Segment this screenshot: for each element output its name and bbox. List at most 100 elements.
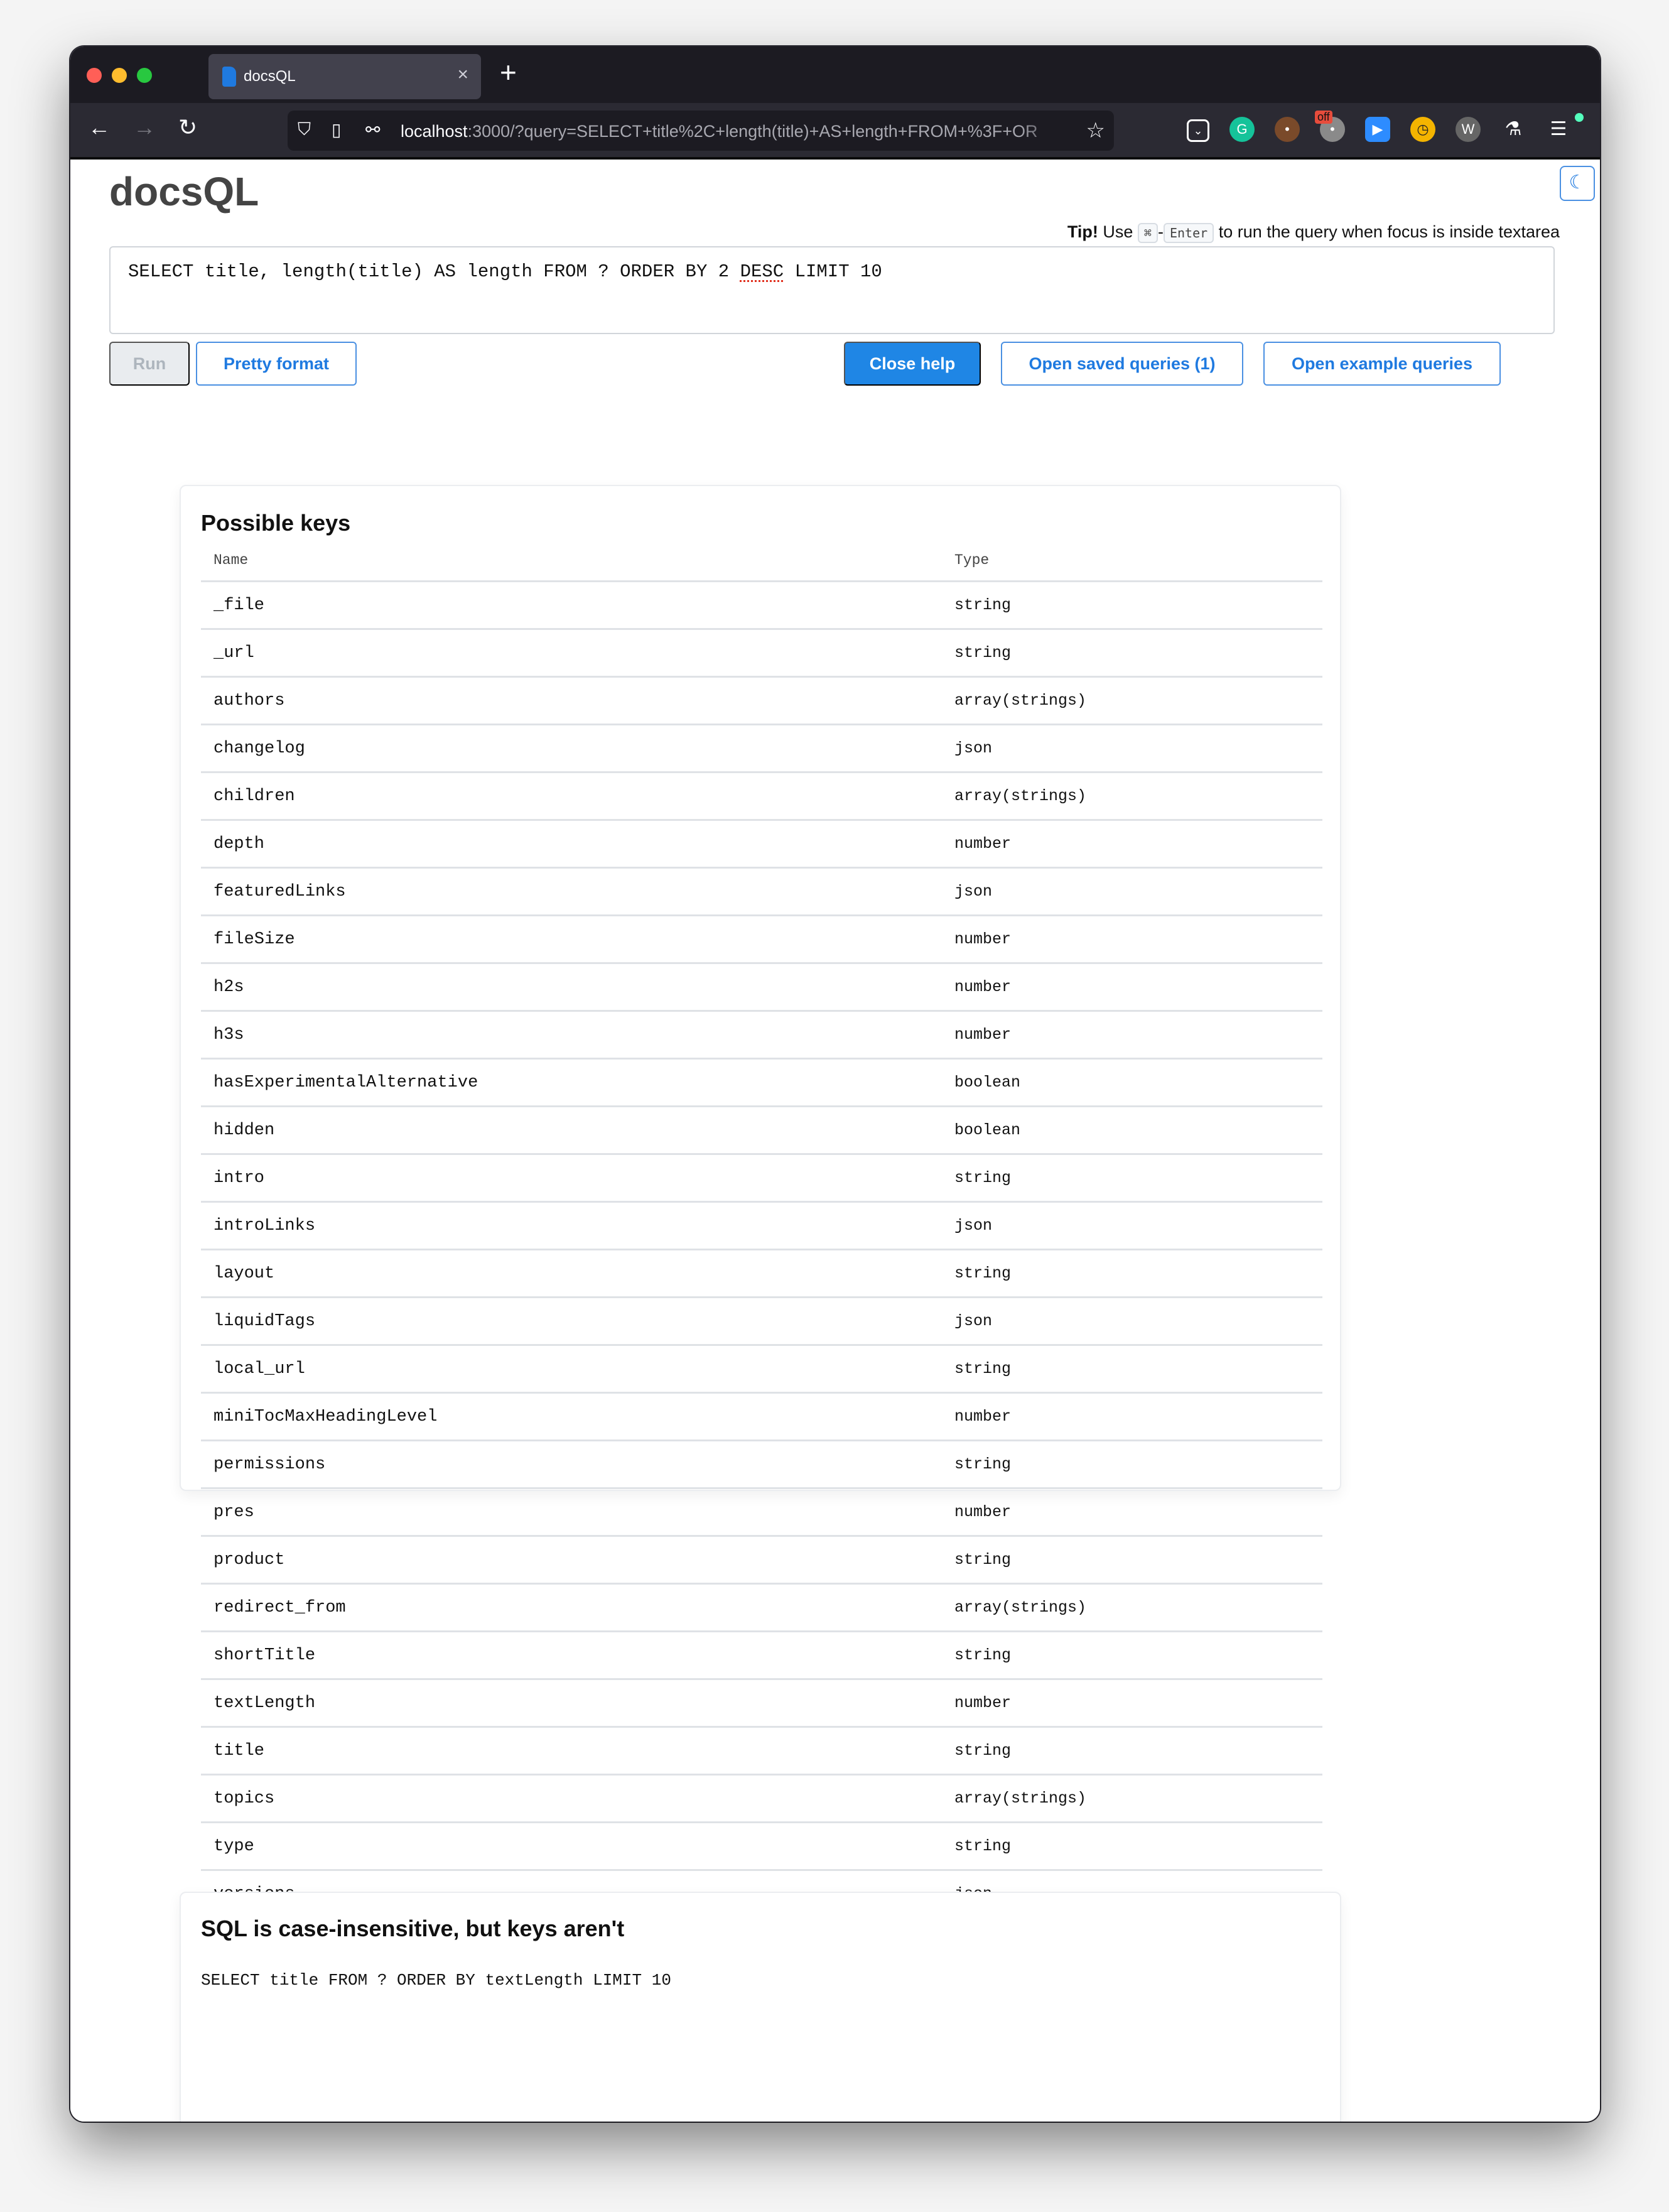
key-type-cell: json: [942, 1297, 1322, 1346]
keys-table-body: _file string _url string authors array(string…: [201, 581, 1322, 1965]
key-name-cell: shortTitle: [201, 1631, 942, 1680]
key-name-cell: _file: [201, 581, 942, 630]
key-type-cell: string: [942, 581, 1322, 630]
url-host: localhost: [401, 122, 468, 141]
table-row: intro string: [201, 1154, 1322, 1203]
minimize-window-button[interactable]: [112, 68, 127, 83]
browser-window: docsQL × + ← → ↻ ⛉ ▯ ⚯ localhost:3000/?q…: [70, 46, 1600, 2122]
run-button[interactable]: Run: [109, 342, 190, 386]
column-header-type: Type: [942, 540, 1322, 582]
query-text-start: SELECT title, length(title) AS length FR…: [128, 261, 740, 282]
cmd-key: ⌘: [1137, 223, 1158, 243]
keyboard-tip: Tip! Use ⌘ - Enter to run the query when f…: [1067, 222, 1560, 243]
table-row: miniTocMaxHeadingLevel number: [201, 1392, 1322, 1441]
key-type-cell: array(strings): [942, 676, 1322, 725]
url-text[interactable]: localhost:3000/?query=SELECT+title%2C+le…: [401, 122, 1066, 141]
pocket-icon[interactable]: ⌄: [1187, 119, 1209, 142]
table-row: permissions string: [201, 1440, 1322, 1489]
bookmark-star-icon[interactable]: ☆: [1086, 118, 1105, 143]
table-row: introLinks json: [201, 1201, 1322, 1250]
possible-keys-table: Name Type _file string _url string authors ar…: [201, 540, 1322, 1965]
table-row: changelog json: [201, 724, 1322, 773]
tracking-protection-off-icon[interactable]: ⛉: [298, 119, 311, 140]
table-row: title string: [201, 1727, 1322, 1776]
key-name-cell: hidden: [201, 1106, 942, 1155]
key-name-cell: depth: [201, 820, 942, 869]
table-row: product string: [201, 1536, 1322, 1585]
key-name-cell: h2s: [201, 963, 942, 1012]
table-row: _url string: [201, 629, 1322, 678]
page-info-icon[interactable]: ▯: [332, 119, 341, 140]
close-help-button[interactable]: Close help: [844, 342, 981, 386]
back-arrow-icon[interactable]: ←: [88, 114, 111, 141]
case-example-query[interactable]: SELECT title FROM ? ORDER BY textLength …: [201, 1971, 671, 1990]
key-name-cell: redirect_from: [201, 1583, 942, 1632]
timer-extension-icon[interactable]: ◷: [1410, 117, 1435, 142]
key-name-cell: authors: [201, 676, 942, 725]
key-type-cell: json: [942, 724, 1322, 773]
key-type-cell: number: [942, 963, 1322, 1012]
table-row: children array(strings): [201, 772, 1322, 821]
key-type-cell: array(strings): [942, 1583, 1322, 1632]
key-type-cell: boolean: [942, 1058, 1322, 1107]
query-textarea[interactable]: SELECT title, length(title) AS length FR…: [109, 246, 1555, 334]
menu-icon[interactable]: ☰: [1546, 117, 1571, 142]
key-name-cell: h3s: [201, 1011, 942, 1060]
monkey-extension-icon[interactable]: •: [1275, 117, 1300, 142]
address-bar[interactable]: ⛉ ▯ ⚯ localhost:3000/?query=SELECT+title…: [288, 111, 1114, 151]
key-name-cell: layout: [201, 1249, 942, 1298]
table-header-row: Name Type: [201, 540, 1322, 582]
key-name-cell: hasExperimentalAlternative: [201, 1058, 942, 1107]
reload-icon[interactable]: ↻: [178, 114, 197, 141]
key-name-cell: children: [201, 772, 942, 821]
close-window-button[interactable]: [87, 68, 102, 83]
pretty-format-button[interactable]: Pretty format: [196, 342, 357, 386]
key-type-cell: string: [942, 1440, 1322, 1489]
document-favicon-icon: [222, 67, 236, 87]
key-name-cell: type: [201, 1822, 942, 1871]
forward-arrow-icon[interactable]: →: [133, 114, 156, 141]
app-title: docsQL: [109, 169, 259, 214]
close-tab-icon[interactable]: ×: [457, 64, 468, 85]
permissions-icon[interactable]: ⚯: [365, 119, 380, 140]
key-type-cell: string: [942, 1727, 1322, 1776]
table-row: h3s number: [201, 1011, 1322, 1060]
case-sensitivity-heading: SQL is case-insensitive, but keys aren't: [201, 1916, 625, 1941]
tab-docsql[interactable]: docsQL ×: [208, 54, 481, 99]
key-type-cell: string: [942, 1345, 1322, 1394]
key-type-cell: string: [942, 1536, 1322, 1585]
dark-mode-toggle-moon-icon[interactable]: ☾: [1560, 166, 1595, 201]
wave-extension-icon[interactable]: W: [1456, 117, 1481, 142]
update-indicator-dot: [1575, 113, 1584, 122]
open-saved-queries-button[interactable]: Open saved queries (1): [1001, 342, 1243, 386]
key-type-cell: string: [942, 1631, 1322, 1680]
key-type-cell: array(strings): [942, 772, 1322, 821]
key-type-cell: string: [942, 1154, 1322, 1203]
table-row: type string: [201, 1822, 1322, 1871]
maximize-window-button[interactable]: [137, 68, 152, 83]
key-name-cell: introLinks: [201, 1201, 942, 1250]
key-type-cell: json: [942, 1201, 1322, 1250]
tip-use: Use: [1103, 222, 1133, 241]
key-name-cell: product: [201, 1536, 942, 1585]
possible-keys-heading: Possible keys: [201, 510, 351, 536]
tip-dash: -: [1157, 222, 1164, 241]
tab-strip: docsQL × +: [70, 46, 1600, 103]
page-content: ☾ docsQL Tip! Use ⌘ - Enter to run the que…: [70, 160, 1600, 2122]
grammarly-icon[interactable]: G: [1229, 117, 1255, 142]
table-row: shortTitle string: [201, 1631, 1322, 1680]
new-tab-button[interactable]: +: [500, 55, 517, 89]
column-header-name: Name: [201, 540, 942, 582]
open-example-queries-button[interactable]: Open example queries: [1263, 342, 1501, 386]
table-row: depth number: [201, 820, 1322, 869]
tip-label: Tip!: [1067, 222, 1098, 241]
table-row: topics array(strings): [201, 1774, 1322, 1823]
zoom-extension-icon[interactable]: ▶: [1365, 117, 1390, 142]
key-type-cell: array(strings): [942, 1774, 1322, 1823]
tip-text: to run the query when focus is inside te…: [1218, 222, 1560, 241]
flask-extension-icon[interactable]: ⚗: [1501, 117, 1526, 142]
table-row: liquidTags json: [201, 1297, 1322, 1346]
table-row: redirect_from array(strings): [201, 1583, 1322, 1632]
key-name-cell: featuredLinks: [201, 867, 942, 916]
table-row: authors array(strings): [201, 676, 1322, 725]
